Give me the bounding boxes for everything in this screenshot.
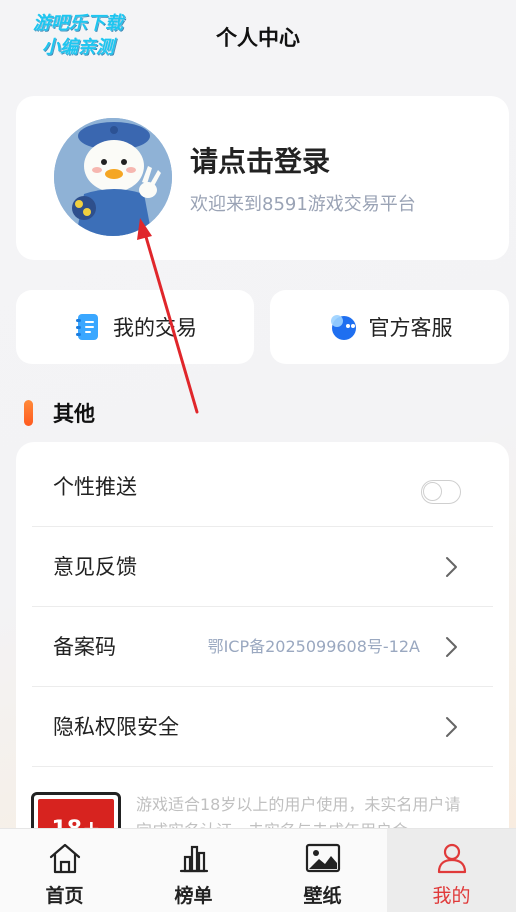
wallpaper-icon [305, 843, 340, 873]
setting-row-icp[interactable]: 备案码 鄂ICP备2025099608号-12A [32, 607, 493, 687]
setting-label: 个性推送 [53, 475, 137, 499]
my-trades-label: 我的交易 [113, 316, 197, 340]
setting-label: 备案码 [53, 635, 116, 659]
tab-wallpaper[interactable]: 壁纸 [258, 829, 387, 912]
tab-label: 榜单 [174, 885, 213, 907]
tab-mine[interactable]: 我的 [387, 829, 516, 912]
settings-card: 个性推送 意见反馈 备案码 鄂ICP备2025099608号-12A 隐私权限安… [16, 442, 509, 862]
top-bar: 游吧乐下载 小编亲测 个人中心 [0, 0, 516, 80]
tab-ranking[interactable]: 榜单 [129, 829, 258, 912]
page-title: 个人中心 [216, 26, 300, 50]
customer-service-label: 官方客服 [368, 316, 453, 340]
tab-home[interactable]: 首页 [0, 829, 129, 912]
section-title: 其他 [53, 402, 95, 426]
login-subtitle: 欢迎来到8591游戏交易平台 [190, 194, 416, 215]
customer-service-icon [330, 315, 356, 340]
profile-card[interactable]: 请点击登录 欢迎来到8591游戏交易平台 [16, 96, 509, 260]
chevron-right-icon [446, 717, 457, 737]
toggle-knob [423, 482, 442, 501]
my-trades-button[interactable]: 我的交易 [16, 290, 254, 364]
section-header: 其他 [24, 398, 95, 428]
notebook-icon [76, 314, 98, 340]
setting-label: 意见反馈 [53, 555, 137, 579]
bottom-tab-bar: 首页 榜单 壁纸 我的 [0, 828, 516, 912]
chevron-right-icon [446, 637, 457, 657]
chevron-right-icon [446, 557, 457, 577]
tab-label: 首页 [45, 885, 84, 907]
setting-row-privacy[interactable]: 隐私权限安全 [32, 687, 493, 767]
user-icon [437, 843, 466, 874]
setting-row-personalized-push: 个性推送 [32, 447, 493, 527]
login-title[interactable]: 请点击登录 [190, 140, 330, 180]
ranking-icon [179, 845, 208, 873]
duck-avatar-icon [54, 118, 172, 236]
tab-label: 壁纸 [303, 885, 342, 907]
home-icon [49, 843, 80, 874]
customer-service-button[interactable]: 官方客服 [270, 290, 509, 364]
icp-number: 鄂ICP备2025099608号-12A [207, 637, 420, 656]
push-toggle[interactable] [421, 480, 461, 504]
setting-label: 隐私权限安全 [53, 715, 179, 739]
setting-row-feedback[interactable]: 意见反馈 [32, 527, 493, 607]
avatar[interactable] [54, 118, 172, 236]
tab-label: 我的 [432, 885, 471, 907]
section-accent-bar [24, 400, 33, 426]
